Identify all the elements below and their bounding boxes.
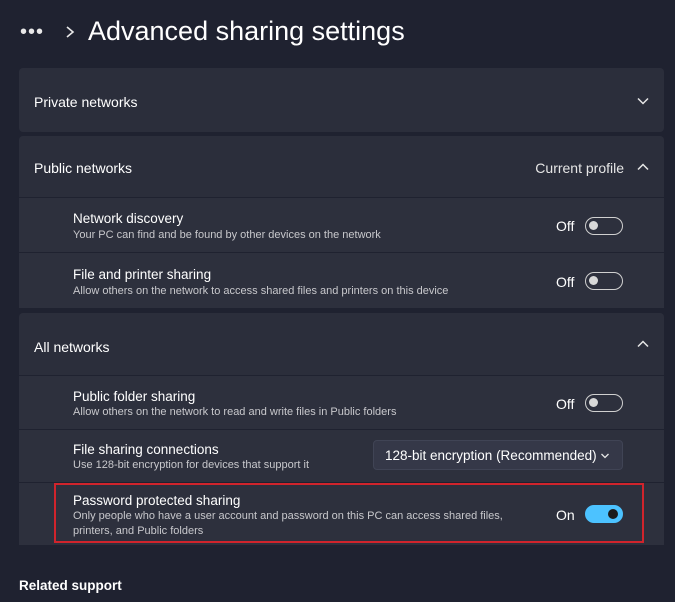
chevron-down-icon	[601, 453, 609, 459]
network-discovery-desc: Your PC can find and be found by other d…	[73, 229, 381, 241]
file-printer-sharing-toggle[interactable]	[585, 272, 623, 290]
highlight-box	[54, 483, 644, 543]
file-sharing-connections-desc: Use 128-bit encryption for devices that …	[73, 459, 310, 471]
encryption-dropdown[interactable]: 128-bit encryption (Recommended)	[373, 440, 623, 470]
current-profile-label: Current profile	[535, 160, 624, 176]
chevron-down-icon[interactable]	[636, 94, 650, 108]
private-networks-header[interactable]: Private networks	[19, 68, 664, 132]
page-header: ••• Advanced sharing settings	[0, 0, 675, 68]
public-folder-sharing-title: Public folder sharing	[73, 389, 196, 404]
all-networks-title: All networks	[34, 339, 110, 355]
encryption-dropdown-value: 128-bit encryption (Recommended)	[385, 448, 597, 463]
related-support-heading: Related support	[19, 578, 122, 593]
public-folder-sharing-toggle[interactable]	[585, 394, 623, 412]
file-sharing-connections-row: File sharing connections Use 128-bit enc…	[19, 430, 664, 482]
public-networks-header[interactable]: Public networks Current profile	[19, 136, 664, 200]
chevron-up-icon[interactable]	[636, 160, 650, 174]
all-networks-header[interactable]: All networks	[19, 313, 664, 377]
public-folder-sharing-state: Off	[556, 396, 575, 412]
file-printer-sharing-row: File and printer sharing Allow others on…	[19, 253, 664, 308]
more-options-button[interactable]: •••	[20, 22, 44, 42]
private-networks-section[interactable]: Private networks	[19, 68, 664, 132]
public-folder-sharing-row: Public folder sharing Allow others on th…	[19, 376, 664, 429]
chevron-up-icon[interactable]	[636, 337, 650, 351]
network-discovery-title: Network discovery	[73, 211, 184, 226]
public-folder-sharing-desc: Allow others on the network to read and …	[73, 406, 397, 418]
network-discovery-state: Off	[556, 218, 575, 234]
private-networks-title: Private networks	[34, 94, 138, 110]
chevron-right-icon	[66, 26, 75, 38]
file-printer-sharing-state: Off	[556, 274, 575, 290]
public-networks-title: Public networks	[34, 160, 133, 176]
file-printer-sharing-desc: Allow others on the network to access sh…	[73, 285, 449, 297]
network-discovery-toggle[interactable]	[585, 217, 623, 235]
file-sharing-connections-title: File sharing connections	[73, 442, 219, 457]
page-title: Advanced sharing settings	[88, 16, 405, 46]
network-discovery-row: Network discovery Your PC can find and b…	[19, 198, 664, 252]
file-printer-sharing-title: File and printer sharing	[73, 267, 212, 282]
